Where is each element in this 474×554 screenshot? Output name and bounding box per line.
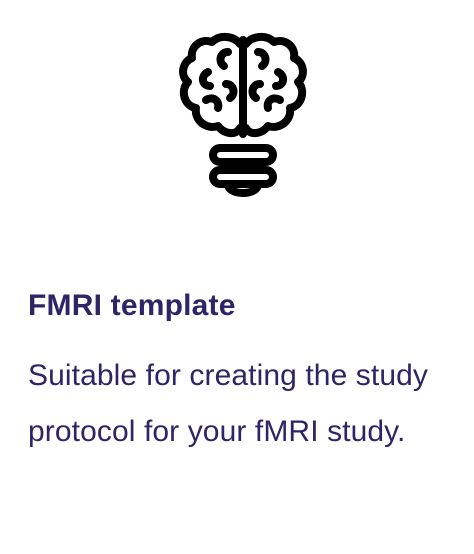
card-title: FMRI template [28, 289, 236, 322]
card-description: Suitable for creating the study protocol… [28, 359, 428, 448]
template-card[interactable]: FMRI template Suitable for creating the … [0, 0, 474, 554]
brain-lightbulb-icon [168, 22, 318, 208]
